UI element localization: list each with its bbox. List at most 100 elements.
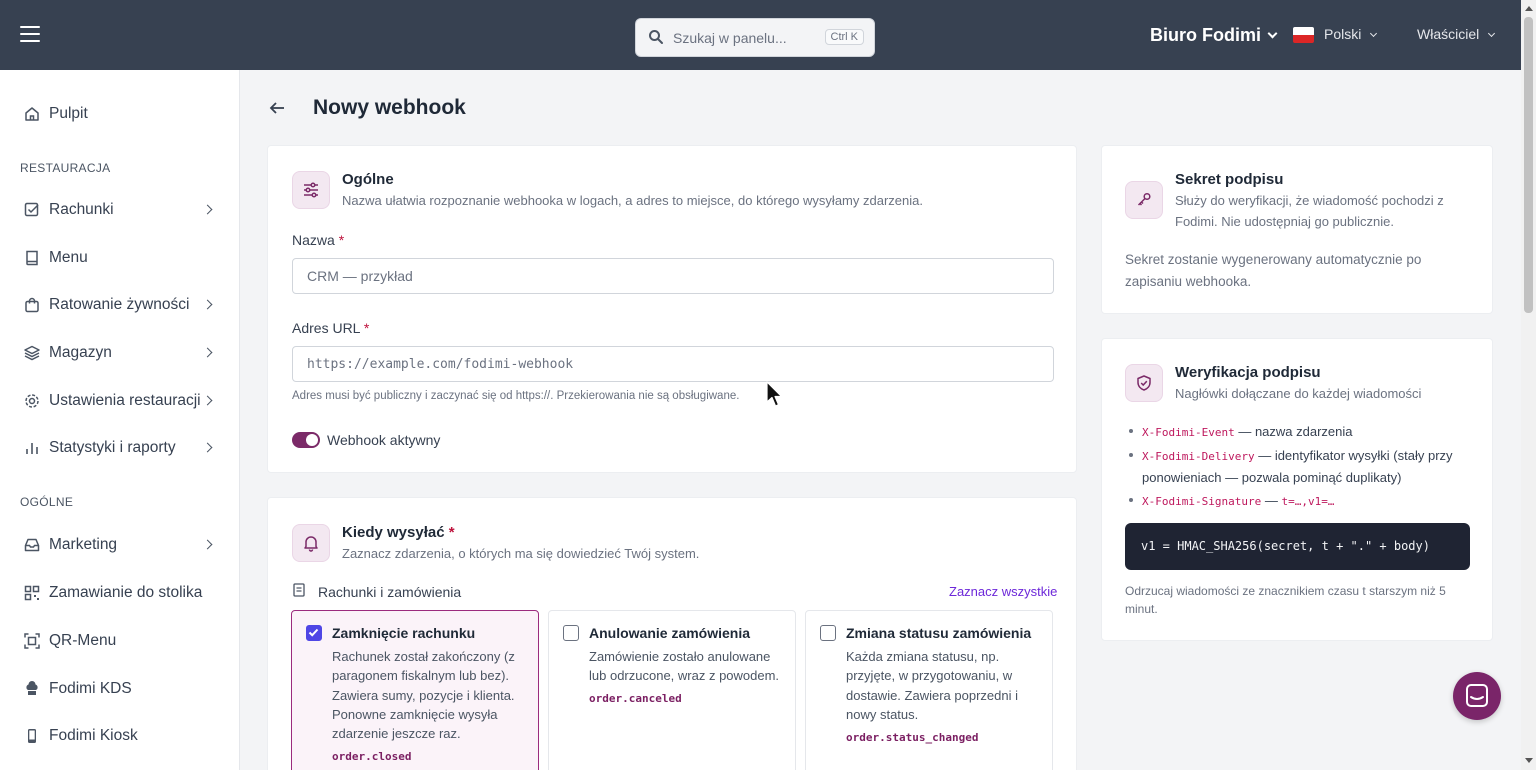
scroll-down-arrow[interactable]	[1525, 758, 1533, 763]
home-icon	[25, 107, 39, 121]
chat-button[interactable]	[1453, 672, 1501, 720]
name-placeholder: CRM — przykład	[307, 268, 413, 284]
sidebar-item-bills[interactable]: Rachunki	[0, 195, 240, 225]
sidebar-item-label: Menu	[49, 249, 88, 266]
sidebar-item-marketing[interactable]: Marketing	[0, 530, 240, 560]
secret-title: Sekret podpisu	[1175, 171, 1284, 188]
search-input[interactable]: Szukaj w panelu... Ctrl K	[635, 18, 875, 57]
sidebar-item-table-ordering[interactable]: Zamawianie do stolika	[0, 578, 240, 608]
language-label: Polski	[1324, 26, 1362, 42]
sidebar-item-label: Rachunki	[49, 201, 114, 218]
chevron-down-icon	[1370, 29, 1378, 38]
general-subtitle: Nazwa ułatwia rozpoznanie webhooka w log…	[342, 193, 923, 208]
header-desc: — nazwa zdarzenia	[1234, 424, 1353, 439]
chevron-right-icon	[202, 395, 213, 406]
phone-icon	[28, 729, 36, 743]
shopping-bag-icon	[25, 297, 39, 313]
bullet-dot	[1129, 498, 1133, 502]
layers-icon	[24, 345, 40, 361]
sliders-icon	[304, 182, 318, 198]
event-code: order.canceled	[589, 692, 682, 705]
event-description: Rachunek został zakończony (z paragonem …	[332, 649, 515, 742]
bell-icon	[304, 536, 318, 552]
key-icon-box	[1125, 181, 1163, 219]
required-mark: *	[338, 232, 345, 248]
general-title: Ogólne	[342, 171, 394, 188]
checklist-icon	[24, 202, 39, 217]
checkbox-checked[interactable]	[306, 625, 322, 641]
active-toggle[interactable]	[292, 432, 320, 448]
sidebar-item-settings[interactable]: Ustawienia restauracji	[0, 386, 240, 416]
polish-flag-icon	[1293, 27, 1314, 43]
checkbox-unchecked[interactable]	[563, 625, 579, 641]
search-shortcut: Ctrl K	[824, 29, 864, 45]
search-icon	[649, 30, 663, 44]
sidebar-item-qr-menu[interactable]: QR-Menu	[0, 626, 240, 656]
sidebar-item-inventory[interactable]: Magazyn	[0, 338, 240, 368]
chevron-down-icon	[1267, 28, 1278, 39]
event-card-order-closed[interactable]: Zamknięcie rachunku Rachunek został zako…	[291, 610, 539, 770]
check-icon	[308, 628, 319, 637]
name-input[interactable]: CRM — przykład	[292, 258, 1054, 294]
chef-hat-icon	[26, 681, 38, 695]
select-all-link[interactable]: Zaznacz wszystkie	[949, 584, 1057, 599]
sidebar-item-dashboard[interactable]: Pulpit	[0, 99, 240, 129]
chevron-right-icon	[202, 539, 213, 550]
sidebar-item-menu[interactable]: Menu	[0, 243, 240, 273]
section-label-general: OGÓLNE	[20, 495, 74, 509]
events-title: Kiedy wysyłać *	[342, 524, 455, 541]
url-input[interactable]: https://example.com/fodimi-webhook	[292, 346, 1054, 382]
name-label-text: Nazwa	[292, 232, 335, 248]
mouse-cursor-icon	[766, 381, 783, 407]
secret-card: Sekret podpisu Służy do weryfikacji, że …	[1101, 145, 1493, 314]
user-label: Właściciel	[1417, 26, 1480, 42]
bullet-dot	[1129, 453, 1133, 457]
org-switcher[interactable]: Biuro Fodimi	[1150, 25, 1278, 46]
header-desc: —	[1261, 493, 1282, 508]
sidebar-item-kiosk[interactable]: Fodimi Kiosk	[0, 721, 240, 751]
chevron-right-icon	[202, 442, 213, 453]
sliders-icon-box	[292, 171, 330, 209]
event-description: Zamówienie zostało anulowane lub odrzuco…	[589, 649, 780, 684]
sidebar-item-stats[interactable]: Statystyki i raporty	[0, 433, 240, 463]
menu-icon[interactable]	[20, 26, 40, 42]
header-name: X-Fodimi-Signature	[1142, 495, 1262, 508]
events-title-text: Kiedy wysyłać	[342, 524, 445, 541]
hmac-code-block: v1 = HMAC_SHA256(secret, t + "." + body)	[1125, 523, 1470, 570]
url-label: Adres URL *	[292, 320, 369, 336]
event-card-status-changed[interactable]: Zmiana statusu zamówienia Każda zmiana s…	[805, 610, 1053, 770]
sidebar-item-label: Pulpit	[49, 105, 88, 122]
scroll-up-arrow[interactable]	[1525, 6, 1533, 11]
sidebar-item-kds[interactable]: Fodimi KDS	[0, 674, 240, 704]
verify-subtitle: Nagłówki dołączane do każdej wiadomości	[1175, 386, 1422, 401]
scrollbar-thumb[interactable]	[1524, 17, 1533, 313]
sidebar-item-label: QR-Menu	[49, 632, 117, 649]
user-menu[interactable]: Właściciel	[1417, 26, 1496, 42]
event-code: order.status_changed	[846, 731, 979, 744]
name-label: Nazwa *	[292, 232, 344, 248]
page-title: Nowy webhook	[313, 96, 466, 119]
sidebar-item-food-rescue[interactable]: Ratowanie żywności	[0, 290, 240, 320]
sidebar-item-label: Statystyki i raporty	[49, 439, 176, 456]
event-card-order-canceled[interactable]: Anulowanie zamówienia Zamówienie zostało…	[548, 610, 796, 770]
events-subtitle: Zaznacz zdarzenia, o których ma się dowi…	[342, 546, 700, 561]
bell-icon-box	[292, 524, 330, 562]
shield-icon-box	[1125, 364, 1163, 402]
verify-note: Odrzucaj wiadomości ze znacznikiem czasu…	[1125, 584, 1446, 616]
section-label-restaurant: RESTAURACJA	[20, 161, 111, 175]
scrollbar[interactable]	[1521, 0, 1536, 770]
search-placeholder: Szukaj w panelu...	[673, 30, 787, 46]
header-item-event: X-Fodimi-Event — nazwa zdarzenia	[1129, 421, 1469, 443]
language-switcher[interactable]: Polski	[1324, 26, 1378, 42]
sidebar-item-label: Magazyn	[49, 344, 112, 361]
top-bar: Szukaj w panelu... Ctrl K Biuro Fodimi P…	[0, 0, 1521, 70]
event-code: order.closed	[332, 750, 412, 763]
verify-title: Weryfikacja podpisu	[1175, 364, 1321, 381]
key-icon	[1137, 192, 1151, 206]
checkbox-unchecked[interactable]	[820, 625, 836, 641]
sidebar-item-label: Zamawianie do stolika	[49, 584, 203, 601]
sidebar-item-label: Fodimi Kiosk	[49, 727, 138, 744]
url-hint: Adres musi być publiczny i zaczynać się …	[292, 390, 740, 402]
sidebar-item-label: Fodimi KDS	[49, 680, 132, 697]
back-arrow-icon[interactable]	[268, 99, 286, 117]
